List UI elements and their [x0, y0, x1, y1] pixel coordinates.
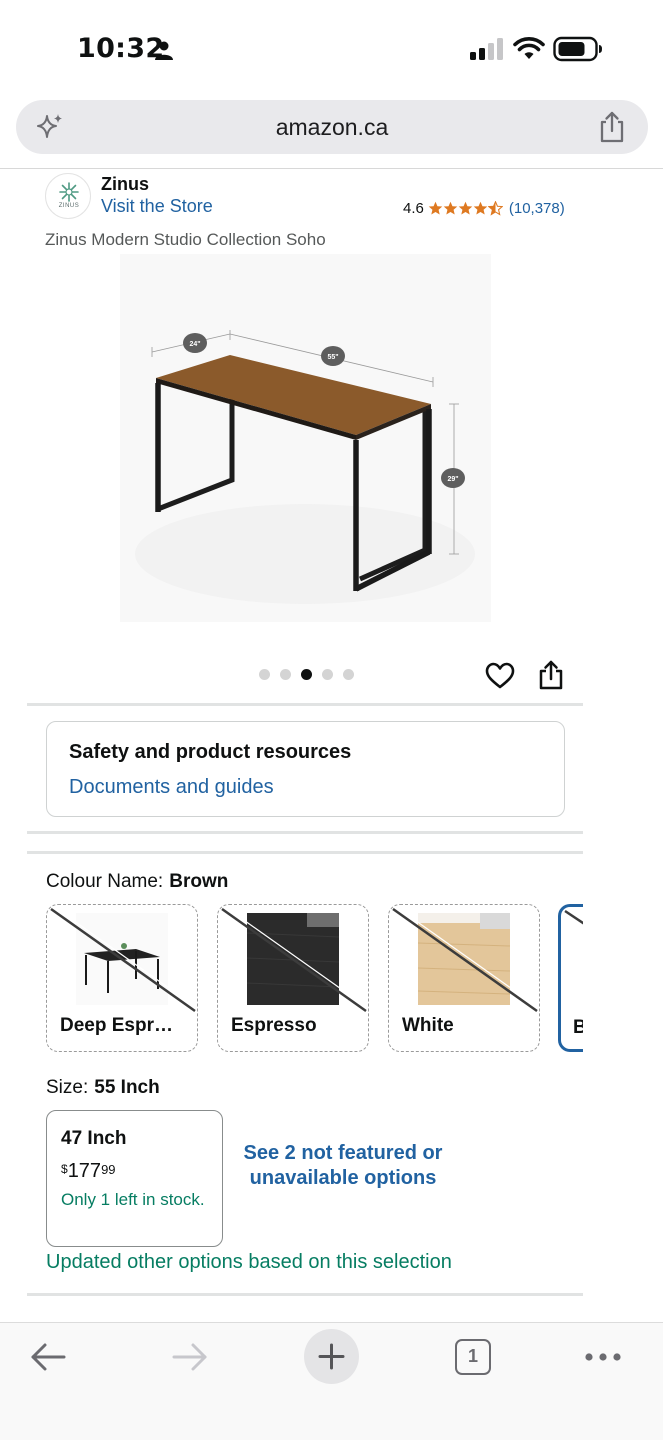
colour-option-label: Deep Espr…: [60, 1015, 173, 1036]
carousel-dot[interactable]: [280, 669, 291, 680]
carousel-dot[interactable]: [343, 669, 354, 680]
section-divider: [27, 703, 583, 706]
price-dollars: 177: [67, 1160, 102, 1182]
documents-and-guides-link[interactable]: Documents and guides: [69, 776, 274, 799]
browser-toolbar: 1: [0, 1322, 663, 1440]
colour-option-label: White: [402, 1015, 454, 1036]
heart-icon[interactable]: [485, 661, 515, 691]
battery-icon: [553, 36, 602, 62]
rating-count-link[interactable]: (10,378): [509, 200, 565, 217]
desk-illustration: 24" 55" 29": [120, 254, 491, 622]
options-updated-note: Updated other options based on this sele…: [46, 1251, 452, 1273]
selected-size: 55 Inch: [94, 1077, 160, 1098]
star-rating: [428, 200, 503, 216]
see-unavailable-options-link[interactable]: See 2 not featured or unavailable option…: [243, 1141, 443, 1191]
unavailable-slash: [392, 905, 539, 1013]
tabs-icon[interactable]: 1: [455, 1339, 491, 1375]
colour-option-label: Espresso: [231, 1015, 317, 1036]
stock-status: Only 1 left in stock.: [61, 1190, 205, 1209]
carousel-dot[interactable]: [259, 669, 270, 680]
new-tab-button[interactable]: [304, 1329, 359, 1384]
unavailable-slash: [564, 909, 583, 925]
sparkle-icon[interactable]: [34, 111, 66, 143]
carousel-dot[interactable]: [322, 669, 333, 680]
width-dimension-label: 55": [327, 354, 338, 361]
colour-label-text: Colour Name:: [46, 871, 164, 892]
status-time: 10:32: [77, 33, 165, 64]
status-bar: 10:32: [0, 0, 663, 96]
share-icon[interactable]: [596, 110, 628, 144]
size-label-text: Size:: [46, 1077, 89, 1098]
star-icon: [473, 201, 488, 214]
size-option-47-inch[interactable]: 47 Inch $17799 Only 1 left in stock.: [46, 1110, 223, 1247]
star-icon: [443, 201, 458, 214]
visit-store-link[interactable]: Visit the Store: [101, 196, 213, 217]
section-divider: [27, 831, 583, 834]
person-icon: [155, 41, 173, 60]
colour-option-label: B: [573, 1017, 583, 1039]
safety-resources-card[interactable]: Safety and product resources Documents a…: [46, 721, 565, 817]
selected-colour: Brown: [169, 871, 229, 892]
unavailable-slash: [50, 905, 197, 1013]
star-icon: [428, 201, 443, 214]
size-option-price: $17799: [61, 1160, 116, 1183]
colour-name-label: Colour Name: Brown: [46, 871, 228, 893]
brand-name: Zinus: [101, 174, 149, 194]
product-image[interactable]: 24" 55" 29": [120, 254, 491, 622]
price-cents: 99: [101, 1162, 116, 1177]
colour-option-brown-selected[interactable]: B: [558, 904, 583, 1052]
section-divider: [27, 851, 583, 854]
safety-title: Safety and product resources: [69, 741, 352, 763]
url-text[interactable]: amazon.ca: [16, 100, 648, 154]
back-arrow-icon[interactable]: [28, 1341, 68, 1373]
rating-value: 4.6: [403, 199, 424, 217]
rating-summary[interactable]: 4.6 (10,378): [403, 198, 565, 218]
zinus-logo-icon: [59, 182, 79, 202]
logo-text: ZINUS: [58, 203, 80, 209]
colour-option-white[interactable]: White: [388, 904, 540, 1052]
cellular-signal-icon: [470, 38, 503, 60]
plus-icon: [318, 1343, 345, 1370]
section-divider: [27, 1293, 583, 1296]
colour-option-espresso[interactable]: Espresso: [217, 904, 369, 1052]
product-title: Zinus Modern Studio Collection Soho: [45, 230, 326, 249]
share-icon[interactable]: [538, 660, 564, 690]
address-bar[interactable]: amazon.ca: [16, 100, 648, 154]
depth-dimension-label: 24": [189, 341, 200, 348]
size-label: Size: 55 Inch: [46, 1077, 160, 1099]
unavailable-slash: [221, 905, 368, 1013]
more-icon[interactable]: [584, 1351, 622, 1363]
price-currency: $: [61, 1162, 68, 1176]
carousel-dot-active[interactable]: [301, 669, 312, 680]
forward-arrow-icon[interactable]: [170, 1341, 210, 1373]
wifi-icon: [513, 37, 545, 59]
half-star-icon: [487, 200, 503, 216]
star-icon: [458, 201, 473, 214]
url-bar-divider: [0, 168, 663, 169]
image-carousel-dots[interactable]: [259, 669, 354, 680]
height-dimension-label: 29": [447, 476, 458, 483]
size-option-name: 47 Inch: [61, 1128, 127, 1149]
brand-logo[interactable]: ZINUS: [45, 173, 91, 219]
colour-option-deep-espresso[interactable]: Deep Espr…: [46, 904, 198, 1052]
